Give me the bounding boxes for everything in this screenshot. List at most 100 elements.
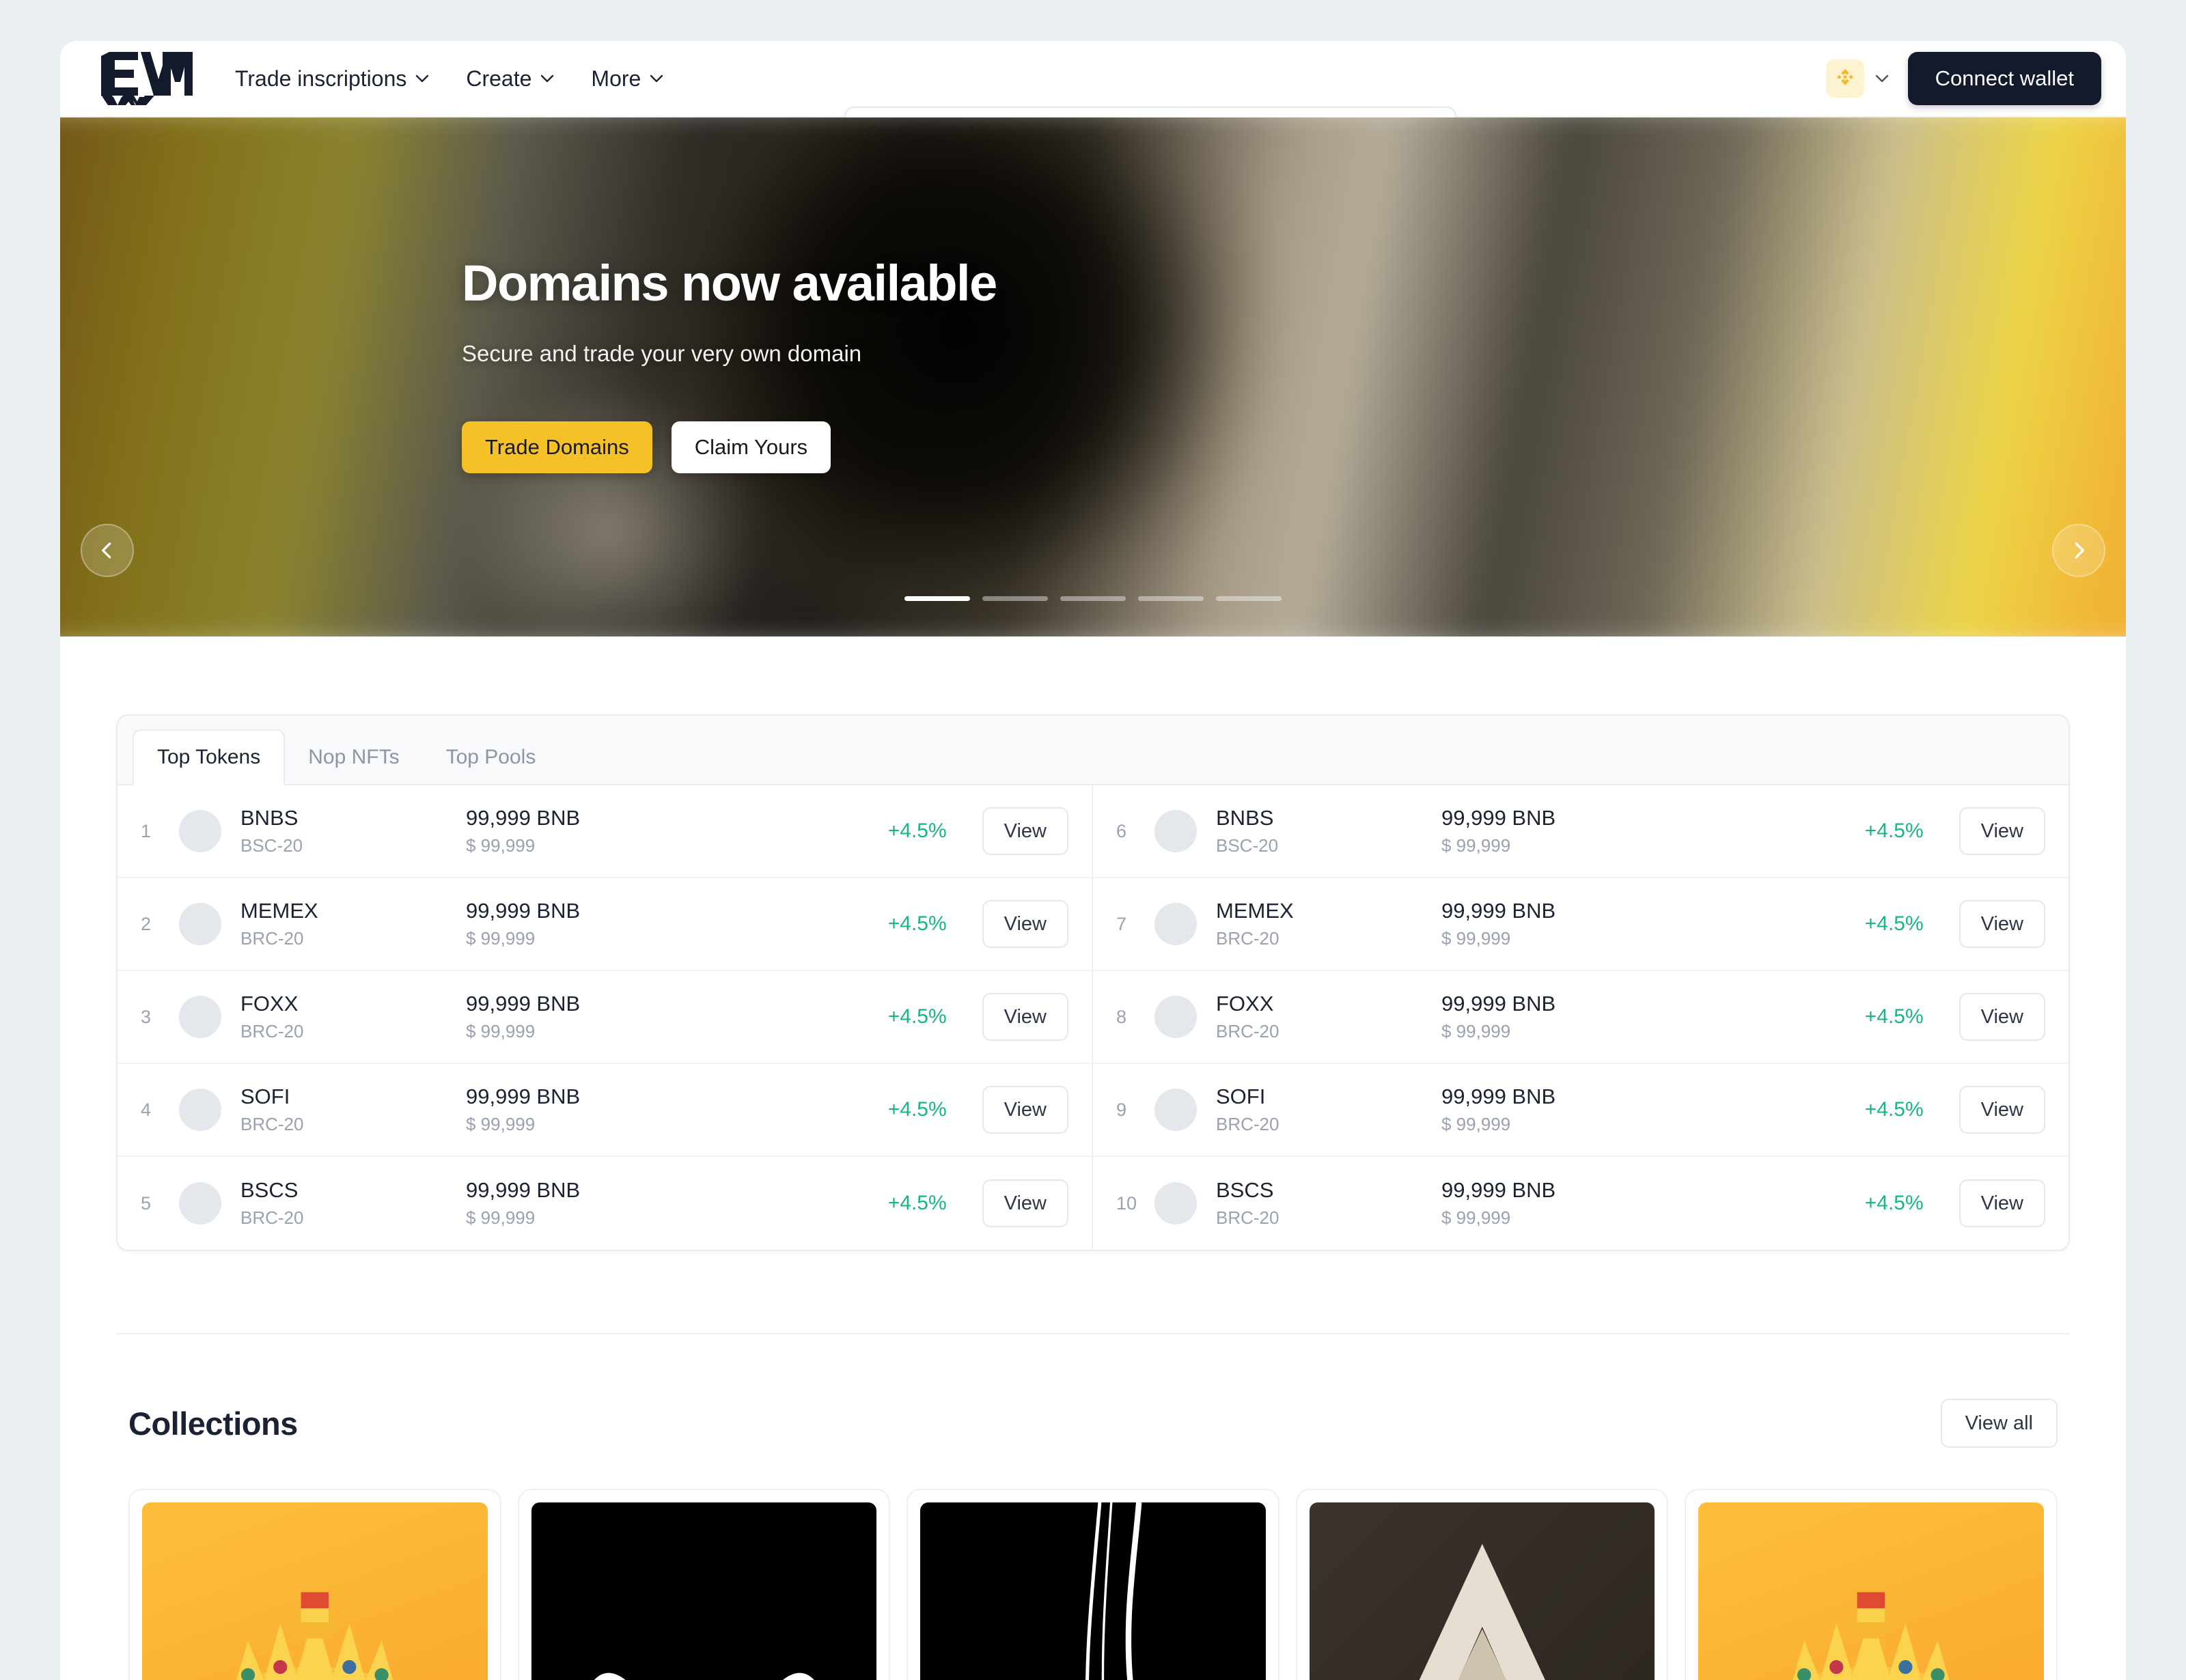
trade-domains-button[interactable]: Trade Domains	[462, 421, 652, 473]
carousel-dot-3[interactable]	[1060, 596, 1126, 601]
carousel-dot-4[interactable]	[1138, 596, 1204, 601]
token-change: +4.5%	[1864, 912, 1924, 935]
token-identity: SOFI BRC-20	[240, 1084, 466, 1135]
token-standard: BRC-20	[1216, 1207, 1279, 1228]
connect-wallet-button[interactable]: Connect wallet	[1907, 52, 2101, 105]
token-usd-value: $ 99,999	[1441, 1021, 1511, 1041]
token-identity: MEMEX BRC-20	[1216, 899, 1441, 949]
carousel-dot-1[interactable]	[904, 596, 970, 601]
token-usd-value: $ 99,999	[466, 1021, 536, 1041]
token-name: BNBS	[1216, 806, 1274, 830]
collection-card[interactable]	[517, 1489, 891, 1680]
collection-card[interactable]	[907, 1489, 1279, 1680]
token-value: 99,999 BNB $ 99,999	[1441, 899, 1728, 949]
view-all-button[interactable]: View all	[1940, 1399, 2058, 1448]
token-change: +4.5%	[887, 1005, 947, 1028]
table-row[interactable]: 2 MEMEX BRC-20 99,999 BNB $ 99,999 +4.5%…	[117, 878, 1092, 971]
tokens-column-left: 1 BNBS BSC-20 99,999 BNB $ 99,999 +4.5% …	[117, 785, 1093, 1250]
token-change: +4.5%	[887, 912, 947, 935]
carousel-next-button[interactable]	[2052, 524, 2105, 577]
collection-card[interactable]	[1295, 1489, 1669, 1680]
token-usd-value: $ 99,999	[466, 1207, 536, 1228]
carousel-dot-2[interactable]	[982, 596, 1048, 601]
view-button[interactable]: View	[982, 993, 1068, 1041]
token-value: 99,999 BNB $ 99,999	[1441, 1178, 1728, 1229]
token-standard: BSC-20	[240, 835, 303, 856]
main-nav: Trade inscriptions Create More	[235, 66, 663, 92]
token-change: +4.5%	[1864, 1192, 1924, 1214]
row-rank: 2	[141, 913, 152, 934]
view-button[interactable]: View	[1959, 1179, 2045, 1227]
token-standard: BRC-20	[240, 1021, 304, 1041]
token-change: +4.5%	[1864, 1005, 1924, 1028]
collection-card[interactable]	[1685, 1489, 2058, 1680]
token-name: FOXX	[1216, 992, 1274, 1016]
collection-card[interactable]	[128, 1489, 501, 1680]
token-value: 99,999 BNB $ 99,999	[1441, 992, 1728, 1042]
tokens-section: Top Tokens Nop NFTs Top Pools 1 BNBS BSC…	[60, 714, 2126, 1251]
section-divider	[116, 1333, 2070, 1334]
token-identity: BNBS BSC-20	[1216, 806, 1441, 856]
token-identity: SOFI BRC-20	[1216, 1084, 1441, 1135]
view-button[interactable]: View	[982, 807, 1068, 855]
table-row[interactable]: 5 BSCS BRC-20 99,999 BNB $ 99,999 +4.5% …	[117, 1157, 1092, 1250]
token-change: +4.5%	[887, 1192, 947, 1214]
token-name: BSCS	[240, 1178, 299, 1202]
token-value: 99,999 BNB $ 99,999	[466, 992, 753, 1042]
chevron-down-icon	[416, 74, 429, 83]
table-row[interactable]: 9 SOFI BRC-20 99,999 BNB $ 99,999 +4.5% …	[1093, 1064, 2069, 1157]
table-row[interactable]: 1 BNBS BSC-20 99,999 BNB $ 99,999 +4.5% …	[117, 785, 1092, 878]
table-row[interactable]: 10 BSCS BRC-20 99,999 BNB $ 99,999 +4.5%…	[1093, 1157, 2069, 1250]
token-value: 99,999 BNB $ 99,999	[466, 806, 753, 856]
token-avatar	[179, 1182, 221, 1224]
chain-selector[interactable]	[1825, 59, 1889, 98]
evm-logo[interactable]	[98, 52, 195, 105]
chevron-left-icon	[102, 542, 111, 559]
carousel-prev-button[interactable]	[81, 524, 134, 577]
view-button[interactable]: View	[1959, 900, 2045, 948]
hero-title: Domains now available	[462, 255, 997, 311]
token-avatar	[1154, 810, 1197, 852]
view-button[interactable]: View	[982, 900, 1068, 948]
token-amount: 99,999 BNB	[466, 899, 581, 923]
nested-triangle-artwork	[1309, 1502, 1655, 1680]
claim-yours-button[interactable]: Claim Yours	[671, 421, 831, 473]
chevron-down-icon	[1875, 74, 1888, 83]
view-button[interactable]: View	[982, 1179, 1068, 1227]
token-name: FOXX	[240, 992, 299, 1016]
row-rank: 9	[1116, 1099, 1127, 1120]
nav-trade-inscriptions[interactable]: Trade inscriptions	[235, 66, 429, 92]
token-identity: BNBS BSC-20	[240, 806, 466, 856]
token-name: SOFI	[240, 1084, 290, 1108]
token-amount: 99,999 BNB	[1441, 1084, 1556, 1108]
token-amount: 99,999 BNB	[466, 1084, 581, 1108]
tab-top-pools[interactable]: Top Pools	[423, 731, 559, 784]
nav-create[interactable]: Create	[466, 66, 554, 92]
crowned-figure-artwork	[142, 1502, 488, 1680]
tab-nop-nfts[interactable]: Nop NFTs	[285, 731, 422, 784]
view-button[interactable]: View	[1959, 993, 2045, 1041]
view-button[interactable]: View	[982, 1086, 1068, 1134]
nav-more[interactable]: More	[591, 66, 663, 92]
view-button[interactable]: View	[1959, 807, 2045, 855]
token-avatar	[179, 903, 221, 945]
table-row[interactable]: 8 FOXX BRC-20 99,999 BNB $ 99,999 +4.5% …	[1093, 971, 2069, 1064]
view-button[interactable]: View	[1959, 1086, 2045, 1134]
tab-top-tokens[interactable]: Top Tokens	[133, 729, 286, 785]
table-row[interactable]: 4 SOFI BRC-20 99,999 BNB $ 99,999 +4.5% …	[117, 1064, 1092, 1157]
table-row[interactable]: 3 FOXX BRC-20 99,999 BNB $ 99,999 +4.5% …	[117, 971, 1092, 1064]
token-value: 99,999 BNB $ 99,999	[466, 1178, 753, 1229]
token-change: +4.5%	[887, 820, 947, 842]
table-row[interactable]: 7 MEMEX BRC-20 99,999 BNB $ 99,999 +4.5%…	[1093, 878, 2069, 971]
token-value: 99,999 BNB $ 99,999	[1441, 806, 1728, 856]
table-row[interactable]: 6 BNBS BSC-20 99,999 BNB $ 99,999 +4.5% …	[1093, 785, 2069, 878]
header-actions: Connect wallet	[1825, 52, 2101, 105]
carousel-dot-5[interactable]	[1216, 596, 1282, 601]
token-change: +4.5%	[887, 1098, 947, 1121]
token-usd-value: $ 99,999	[1441, 928, 1511, 949]
token-usd-value: $ 99,999	[466, 1114, 536, 1134]
token-avatar	[179, 810, 221, 852]
page-title: Collections	[128, 1405, 298, 1442]
token-name: BNBS	[240, 806, 299, 830]
hero-subtitle: Secure and trade your very own domain	[462, 341, 862, 366]
